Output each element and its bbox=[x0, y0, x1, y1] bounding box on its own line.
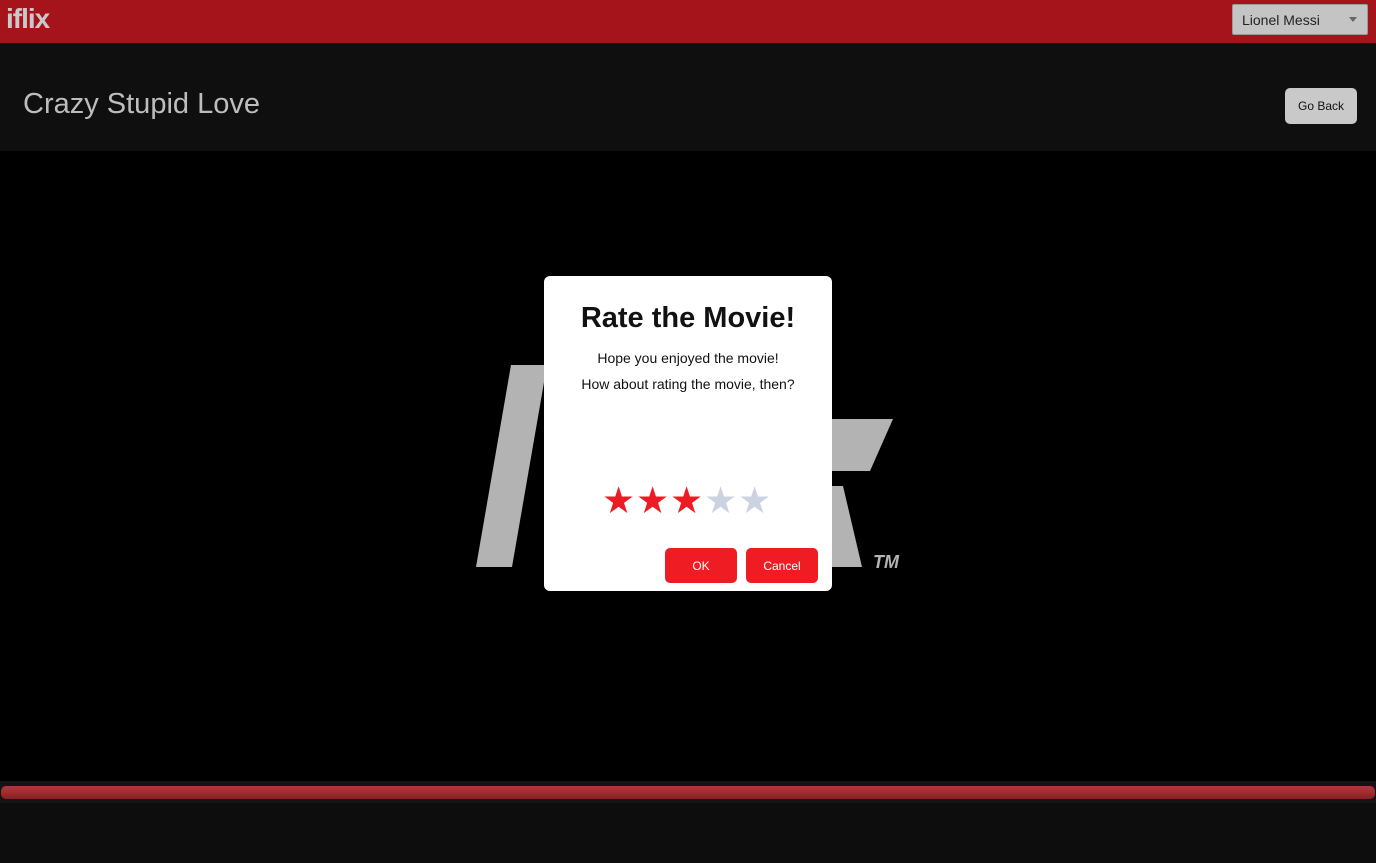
star-icon-5[interactable]: ★ bbox=[738, 481, 771, 521]
ok-button[interactable]: OK bbox=[665, 548, 737, 583]
star-icon-2[interactable]: ★ bbox=[636, 481, 669, 521]
go-back-button[interactable]: Go Back bbox=[1285, 88, 1357, 124]
trademark-label: TM bbox=[873, 552, 900, 572]
progress-fill bbox=[1, 786, 1375, 799]
cancel-button[interactable]: Cancel bbox=[746, 548, 818, 583]
movie-title: Crazy Stupid Love bbox=[23, 88, 260, 120]
brand-logo[interactable]: iflix bbox=[6, 3, 50, 35]
user-select[interactable]: Lionel Messi bbox=[1232, 4, 1368, 35]
progress-bar[interactable] bbox=[0, 781, 1376, 803]
dialog-message-line-2: How about rating the movie, then? bbox=[581, 376, 795, 392]
rating-dialog: Rate the Movie! Hope you enjoyed the mov… bbox=[544, 276, 832, 591]
star-icon-3[interactable]: ★ bbox=[670, 481, 703, 521]
chevron-down-icon bbox=[1349, 17, 1357, 22]
star-rating[interactable]: ★ ★ ★ ★ ★ bbox=[602, 481, 782, 521]
dialog-title: Rate the Movie! bbox=[580, 302, 796, 334]
player-footer bbox=[0, 803, 1376, 863]
user-select-value: Lionel Messi bbox=[1242, 12, 1320, 28]
star-icon-4[interactable]: ★ bbox=[704, 481, 737, 521]
star-icon-1[interactable]: ★ bbox=[602, 481, 635, 521]
dialog-message-line-1: Hope you enjoyed the movie! bbox=[597, 350, 779, 366]
top-bar: iflix Lionel Messi bbox=[0, 0, 1376, 43]
movie-header: Crazy Stupid Love Go Back bbox=[0, 43, 1376, 151]
